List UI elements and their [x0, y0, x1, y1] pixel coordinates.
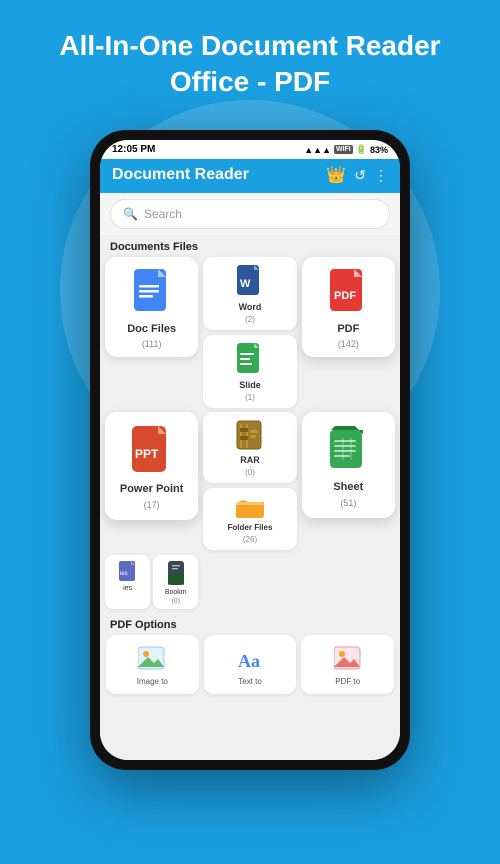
- rar-name: RAR: [240, 455, 260, 465]
- rar-card[interactable]: RAR (0): [203, 412, 296, 483]
- folder-count: (26): [243, 535, 257, 544]
- bookmark-count: (0): [171, 598, 180, 605]
- sheet-large-card[interactable]: Sheet (51): [302, 412, 395, 518]
- slide-count: (1): [245, 393, 255, 402]
- ppt-card[interactable]: PPT Power Point (17): [105, 412, 198, 520]
- scroll-content: Documents Files Doc Files: [100, 235, 400, 760]
- text-to-name: Text to: [238, 677, 262, 686]
- pdf-options-label: PDF Options: [100, 613, 400, 635]
- pdf-name: PDF: [337, 323, 359, 335]
- image-to-icon: [138, 645, 166, 673]
- sheet-large-icon: [327, 426, 369, 476]
- svg-text:PPT: PPT: [135, 447, 159, 461]
- sheet-large-count: (51): [340, 498, 356, 508]
- ies-bookmark-row: ies ies Bookm (0): [105, 555, 198, 609]
- search-icon: 🔍: [123, 207, 138, 221]
- svg-text:W: W: [240, 278, 251, 290]
- doc-files-card[interactable]: Doc Files (111): [105, 257, 198, 357]
- phone-frame: 12:05 PM ▲▲▲ WIFI 🔋 83% Document Reader …: [90, 130, 410, 770]
- folder-name: Folder Files: [228, 523, 273, 532]
- pdf-card[interactable]: PDF PDF (142): [302, 257, 395, 357]
- image-to-name: Image to: [137, 677, 168, 686]
- slide-icon: [236, 343, 264, 377]
- status-icons: ▲▲▲ WIFI 🔋 83%: [304, 144, 388, 155]
- header-icons: 👑 ↺ ⋮: [326, 165, 388, 185]
- search-placeholder: Search: [144, 207, 182, 221]
- word-name: Word: [239, 302, 262, 312]
- search-bar[interactable]: 🔍 Search: [110, 199, 390, 229]
- doc-files-icon: [131, 269, 173, 319]
- folder-card[interactable]: Folder Files (26): [203, 488, 296, 550]
- text-to-icon: Aa: [236, 645, 264, 673]
- pdf-options-grid: Image to Aa Text to P: [100, 635, 400, 700]
- phone-screen: 12:05 PM ▲▲▲ WIFI 🔋 83% Document Reader …: [100, 140, 400, 760]
- more-icon[interactable]: ⋮: [374, 167, 388, 184]
- doc-files-name: Doc Files: [127, 323, 176, 335]
- ies-icon: ies: [118, 561, 138, 583]
- ppt-count: (17): [144, 500, 160, 510]
- wifi-label: WIFI: [334, 145, 353, 154]
- word-count: (2): [245, 315, 255, 324]
- text-to-card[interactable]: Aa Text to: [204, 635, 297, 694]
- rar-icon: [236, 420, 264, 452]
- slide-name: Slide: [239, 380, 261, 390]
- battery-pct: 83%: [370, 145, 388, 155]
- image-to-card[interactable]: Image to: [106, 635, 199, 694]
- doc-files-count: (111): [142, 339, 162, 349]
- refresh-icon[interactable]: ↺: [354, 167, 366, 184]
- phone-mockup: 12:05 PM ▲▲▲ WIFI 🔋 83% Document Reader …: [80, 130, 420, 810]
- bookmark-card[interactable]: Bookm (0): [153, 555, 198, 609]
- ies-card[interactable]: ies ies: [105, 555, 150, 609]
- app-title: Document Reader: [112, 166, 249, 184]
- pdf-count: (142): [338, 339, 359, 349]
- pdf-icon: PDF: [327, 269, 369, 319]
- status-bar: 12:05 PM ▲▲▲ WIFI 🔋 83%: [100, 140, 400, 159]
- rar-count: (0): [245, 468, 255, 477]
- app-header: Document Reader 👑 ↺ ⋮: [100, 159, 400, 193]
- sheet-large-name: Sheet: [333, 481, 363, 493]
- pdf-to-name: PDF to: [335, 677, 360, 686]
- bookmark-icon: [166, 561, 186, 587]
- pdf-to-card[interactable]: PDF to: [301, 635, 394, 694]
- svg-text:Aa: Aa: [238, 651, 260, 671]
- slide-card[interactable]: Slide (1): [203, 335, 296, 408]
- status-time: 12:05 PM: [112, 144, 155, 155]
- svg-text:PDF: PDF: [334, 290, 356, 302]
- ies-name: ies: [123, 585, 132, 592]
- battery-icon: 🔋: [356, 144, 367, 155]
- ppt-icon: PPT: [130, 426, 174, 478]
- pdf-to-icon: [334, 645, 362, 673]
- word-icon: W: [236, 265, 264, 299]
- crown-icon[interactable]: 👑: [326, 165, 346, 185]
- ppt-name: Power Point: [120, 483, 184, 495]
- svg-text:ies: ies: [120, 571, 128, 577]
- bookmark-name: Bookm: [165, 589, 187, 596]
- signal-icon: ▲▲▲: [304, 145, 331, 155]
- documents-section-label: Documents Files: [100, 235, 400, 257]
- folder-icon: [236, 496, 264, 520]
- word-card[interactable]: W Word (2): [203, 257, 296, 330]
